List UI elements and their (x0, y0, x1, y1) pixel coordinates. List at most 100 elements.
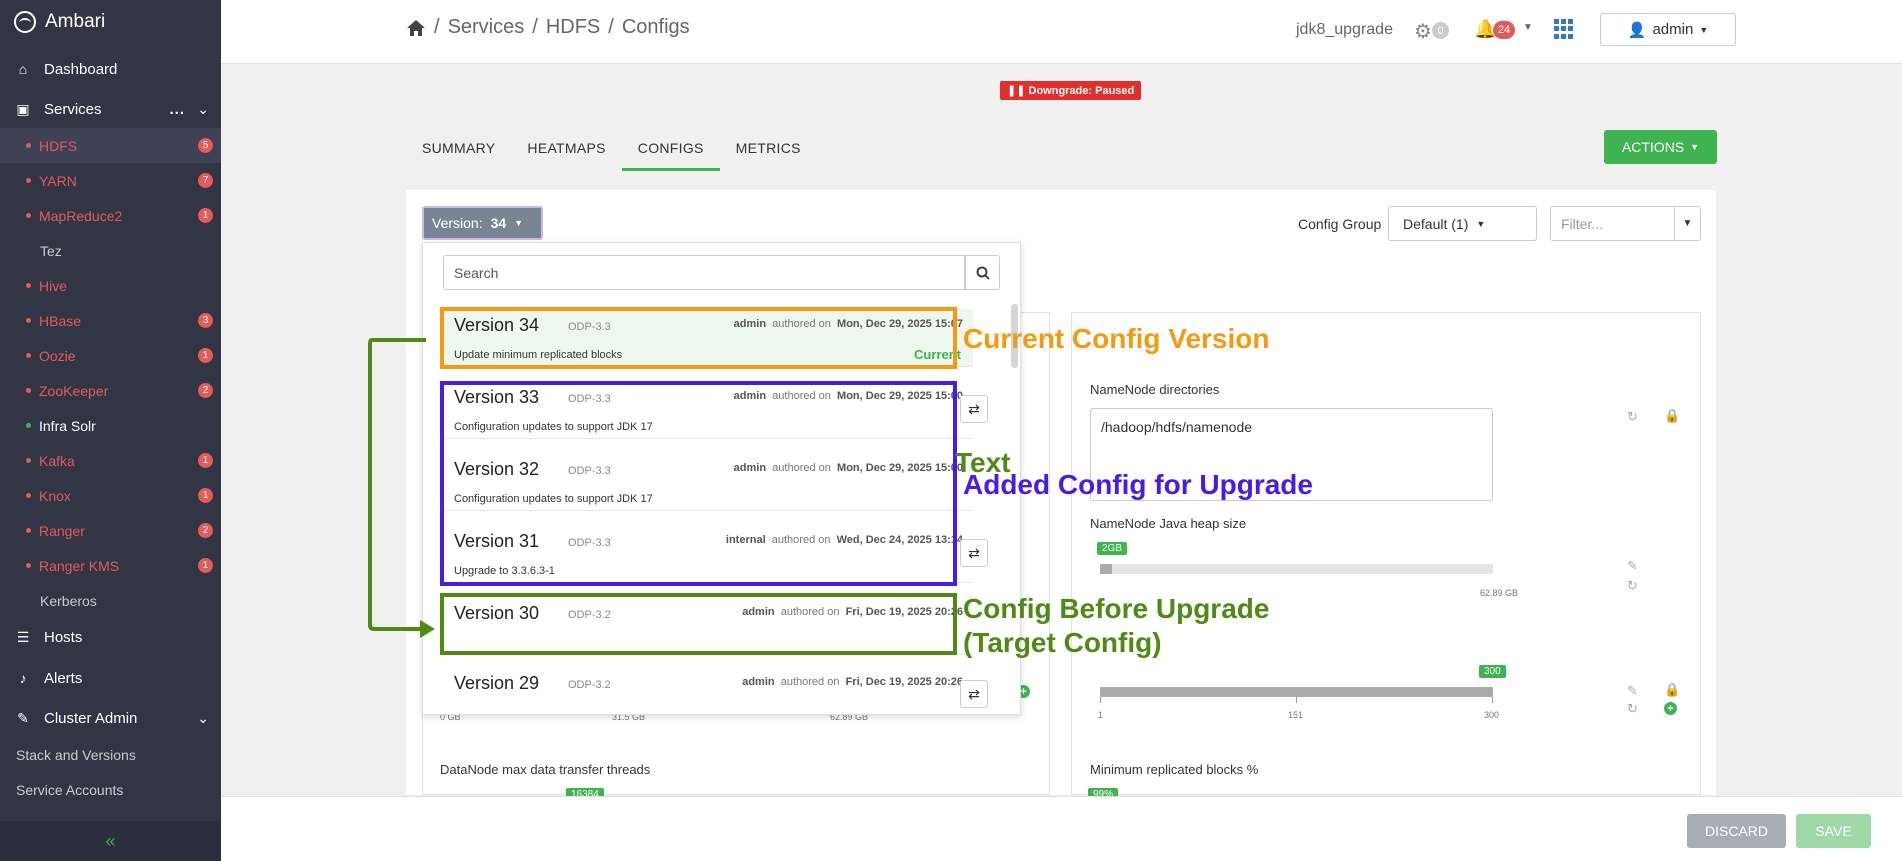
sidebar-item-ranger[interactable]: Ranger 2 (0, 513, 221, 548)
compare-version-button[interactable]: ⇄ (960, 539, 988, 567)
filter-caret-icon[interactable]: ▼ (1674, 206, 1701, 241)
breadcrumb-separator: / (434, 16, 440, 38)
service-label: HDFS (39, 137, 78, 154)
heap-size-slider-handle[interactable] (1100, 564, 1112, 574)
version-stack: ODP-3.2 (568, 679, 611, 691)
sidebar-item-ranger-kms[interactable]: Ranger KMS 1 (0, 548, 221, 583)
sidebar-item-yarn[interactable]: YARN 7 (0, 163, 221, 198)
sidebar-item-hbase[interactable]: HBase 3 (0, 303, 221, 338)
repl-tick-min: 1 (1098, 710, 1104, 720)
brand[interactable]: Ambari (0, 0, 221, 44)
user-menu-button[interactable]: 👤 admin ▼ (1600, 13, 1736, 46)
repl-tick-mid: 151 (1288, 710, 1304, 720)
sidebar-item-kerberos[interactable]: Kerberos (0, 583, 221, 618)
annotation-box-current (440, 307, 957, 369)
save-button[interactable]: SAVE (1796, 814, 1871, 848)
nav-cluster-admin-label: Cluster Admin (44, 709, 138, 727)
cluster-name: jdk8_upgrade (1296, 21, 1393, 38)
breadcrumb: / Services / HDFS / Configs (406, 16, 690, 39)
sidebar-item-infra-solr[interactable]: Infra Solr (0, 408, 221, 443)
hosts-icon: ☰ (16, 628, 30, 645)
nav-services[interactable]: ▣ Services ... ⌄ (0, 91, 221, 127)
caret-down-icon: ▼ (1690, 142, 1700, 152)
gear-icon[interactable]: ⚙ (1414, 19, 1432, 44)
repl-slider[interactable] (1100, 687, 1493, 697)
sidebar: Ambari ⌂ Dashboard ▣ Services ... ⌄ HDFS… (0, 0, 221, 861)
filter-input[interactable]: Filter... (1550, 206, 1675, 241)
refresh-icon[interactable]: ↻ (1627, 409, 1638, 425)
top-bar: / Services / HDFS / Configs jdk8_upgrade… (221, 0, 1902, 64)
home-icon: ⌂ (18, 61, 28, 77)
ops-count-badge[interactable]: 0 (1432, 22, 1449, 39)
lock-icon[interactable]: 🔒 (1664, 682, 1680, 698)
sidebar-item-zookeeper[interactable]: ZooKeeper 2 (0, 373, 221, 408)
bell-icon: ♪ (19, 670, 27, 686)
breadcrumb-hdfs[interactable]: HDFS (546, 16, 600, 39)
heap-size-label: NameNode Java heap size (1090, 516, 1247, 531)
discard-button[interactable]: DISCARD (1687, 814, 1786, 848)
version-search-input[interactable]: Search (443, 255, 965, 290)
datanode-threads-label: DataNode max data transfer threads (440, 762, 651, 777)
service-label: HBase (39, 312, 82, 329)
nav-cluster-admin[interactable]: ✎ Cluster Admin ⌄ (0, 700, 221, 736)
tab-heatmaps[interactable]: HEATMAPS (511, 128, 621, 171)
search-icon[interactable] (965, 255, 1000, 290)
pencil-icon[interactable]: ✎ (1627, 683, 1638, 699)
sidebar-item-oozie[interactable]: Oozie 1 (0, 338, 221, 373)
breadcrumb-configs: Configs (621, 16, 690, 38)
pencil-icon[interactable]: ✎ (1627, 558, 1638, 574)
add-override-icon[interactable]: + (1664, 702, 1677, 715)
home-icon[interactable] (406, 19, 426, 37)
breadcrumb-services[interactable]: Services (448, 16, 525, 39)
nav-hosts-label: Hosts (44, 628, 83, 646)
collapse-sidebar-icon[interactable]: « (0, 821, 221, 861)
version-row-29[interactable]: Version 29 ODP-3.2 admin authored on Fri… (443, 667, 973, 714)
service-label: Oozie (39, 347, 76, 364)
sidebar-item-tez[interactable]: Tez (0, 233, 221, 268)
downgrade-paused-badge[interactable]: ❚❚ Downgrade: Paused (1000, 81, 1142, 100)
caret-down-icon[interactable]: ▼ (1523, 22, 1533, 33)
nav-stack-versions[interactable]: Stack and Versions (16, 747, 136, 763)
nav-hosts[interactable]: ☰ Hosts (0, 619, 221, 655)
tab-configs[interactable]: CONFIGS (621, 128, 720, 171)
services-more-icon[interactable]: ... (169, 101, 185, 118)
refresh-icon[interactable]: ↻ (1627, 578, 1638, 594)
slider-tick (1296, 697, 1297, 703)
version-value: 34 (490, 215, 507, 231)
user-icon: 👤 (1627, 21, 1647, 39)
compare-version-button[interactable]: ⇄ (960, 395, 988, 423)
repl-value-tag: 300 (1479, 665, 1506, 678)
heap-size-slider[interactable] (1100, 564, 1493, 574)
chevron-down-icon[interactable]: ⌄ (197, 101, 209, 118)
refresh-icon[interactable]: ↻ (1627, 701, 1638, 717)
nav-alerts[interactable]: ♪ Alerts (0, 660, 221, 696)
tab-metrics[interactable]: METRICS (720, 128, 817, 171)
alert-badge: 1 (198, 558, 213, 573)
sidebar-item-knox[interactable]: Knox 1 (0, 478, 221, 513)
user-name: admin (1652, 21, 1694, 38)
actions-button[interactable]: ACTIONS ▼ (1604, 130, 1717, 164)
version-author: admin authored on Fri, Dec 19, 2025 20:2… (742, 676, 963, 688)
config-group-select[interactable]: Default (1) ▼ (1388, 206, 1537, 241)
annotation-before-upgrade: Config Before Upgrade (963, 593, 1270, 624)
config-group-label: Config Group (1298, 216, 1382, 232)
sidebar-item-hive[interactable]: Hive (0, 268, 221, 303)
repl-tick-max: 300 (1484, 710, 1500, 720)
service-label: Kerberos (40, 592, 97, 609)
tab-summary[interactable]: SUMMARY (406, 128, 511, 171)
sidebar-item-mapreduce2[interactable]: MapReduce2 1 (0, 198, 221, 233)
service-tabs: SUMMARY HEATMAPS CONFIGS METRICS (406, 128, 817, 171)
apps-grid-icon[interactable] (1554, 19, 1574, 39)
service-label: Tez (40, 242, 62, 259)
sidebar-item-kafka[interactable]: Kafka 1 (0, 443, 221, 478)
nav-dashboard[interactable]: ⌂ Dashboard (0, 51, 221, 87)
lock-icon[interactable]: 🔒 (1664, 408, 1680, 424)
alerts-count-badge[interactable]: 24 (1493, 21, 1515, 39)
version-dropdown-button[interactable]: Version: 34 ▼ (422, 206, 543, 240)
chevron-down-icon[interactable]: ⌄ (197, 710, 209, 727)
status-dot (26, 388, 31, 393)
sidebar-item-hdfs[interactable]: HDFS 5 (0, 128, 221, 163)
caret-down-icon: ▼ (1699, 24, 1709, 35)
compare-version-button[interactable]: ⇄ (960, 680, 988, 708)
nav-service-accounts[interactable]: Service Accounts (16, 782, 123, 798)
